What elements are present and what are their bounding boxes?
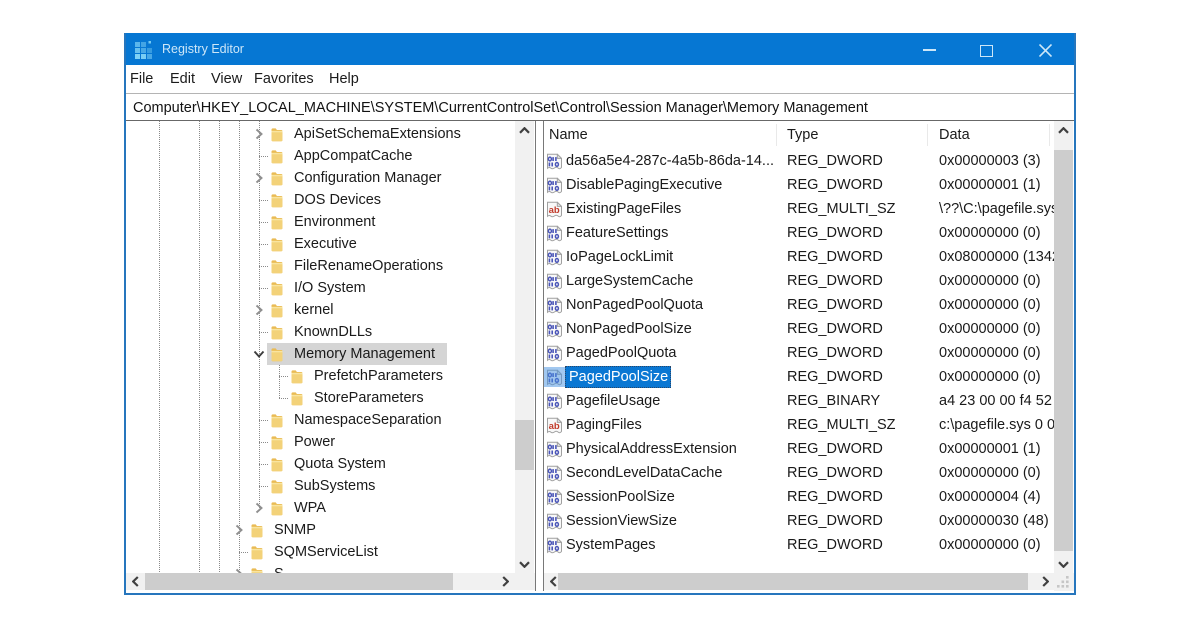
svg-text:ab: ab — [549, 205, 560, 216]
svg-text:ab: ab — [549, 421, 560, 432]
